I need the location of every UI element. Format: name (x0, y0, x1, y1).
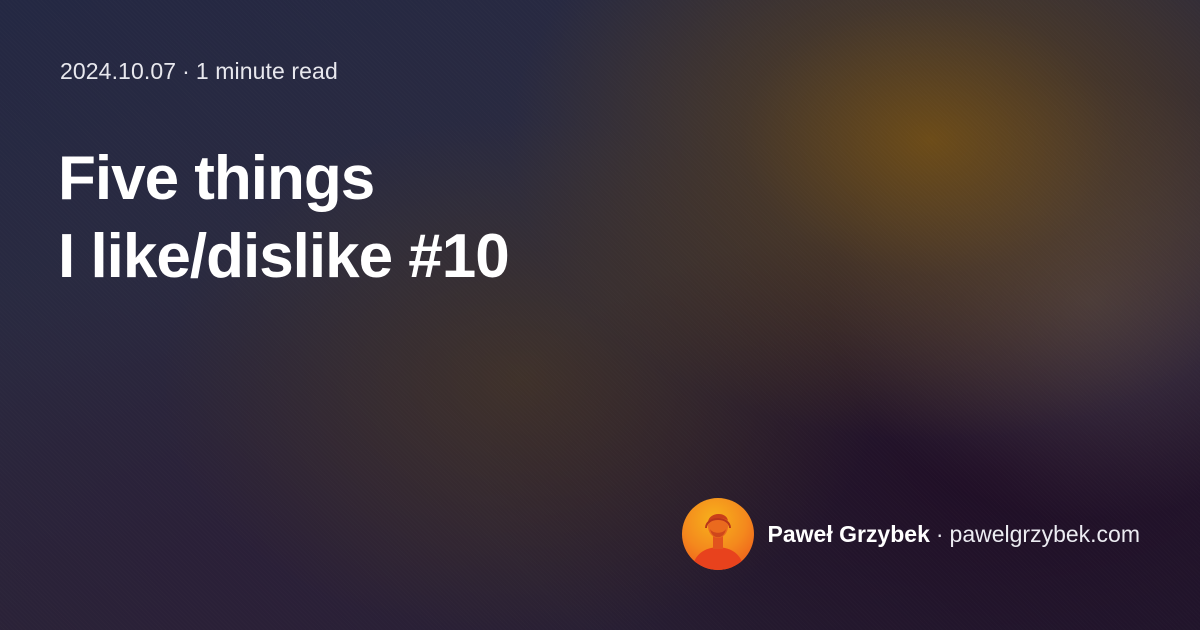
avatar (681, 498, 754, 570)
meta-separator: · (182, 58, 190, 84)
author-block: Paweł Grzybek · pawelgrzybek.com (681, 498, 1141, 570)
post-title: Five things I like/dislike #10 (58, 140, 510, 296)
read-time: 1 minute read (195, 58, 338, 84)
author-line: Paweł Grzybek · pawelgrzybek.com (768, 521, 1141, 548)
author-name: Paweł Grzybek (767, 520, 930, 547)
post-meta: 2024.10.07 · 1 minute read (60, 58, 338, 85)
author-portrait-icon (681, 498, 754, 570)
post-title-line-1: Five things (58, 144, 375, 213)
author-separator: · (935, 520, 944, 547)
post-date: 2024.10.07 (60, 58, 177, 84)
post-title-line-2: I like/dislike #10 (58, 222, 510, 291)
social-card: 2024.10.07 · 1 minute read Five things I l… (0, 0, 1200, 630)
author-site-link[interactable]: pawelgrzybek.com (950, 521, 1140, 547)
